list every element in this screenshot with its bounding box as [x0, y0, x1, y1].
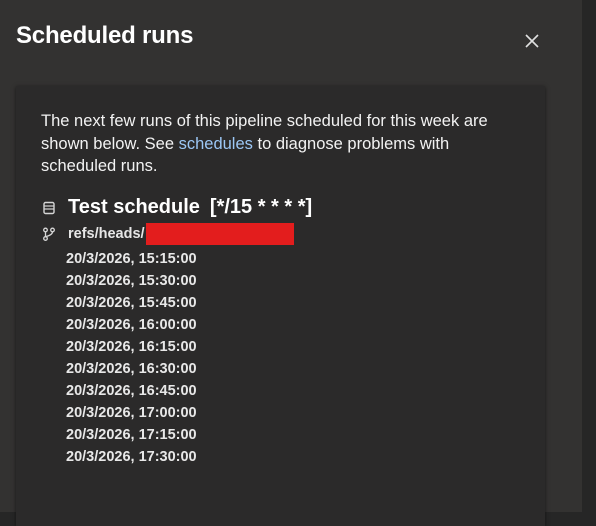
branch-icon	[42, 227, 56, 241]
close-icon	[525, 34, 539, 48]
run-time: 20/3/2026, 16:00:00	[66, 317, 197, 333]
schedule-card: The next few runs of this pipeline sched…	[16, 86, 545, 526]
description-text: The next few runs of this pipeline sched…	[41, 110, 527, 178]
scheduled-runs-dialog: Scheduled runs The next few runs of this…	[0, 0, 582, 526]
close-button[interactable]	[521, 30, 543, 52]
schedule-name: Test schedule	[68, 196, 200, 218]
schedule-icon	[42, 201, 56, 215]
schedules-link[interactable]: schedules	[179, 135, 253, 153]
schedule-header: Test schedule [*/15 * * * *]	[42, 196, 312, 219]
dialog-title: Scheduled runs	[16, 22, 194, 49]
schedule-cron: [*/15 * * * *]	[209, 196, 313, 218]
redacted-branch-name	[145, 223, 294, 245]
run-time: 20/3/2026, 16:45:00	[66, 383, 197, 399]
branch-prefix: refs/heads/	[68, 226, 145, 242]
run-time: 20/3/2026, 15:45:00	[66, 295, 197, 311]
branch-row: refs/heads/	[42, 223, 294, 245]
run-time: 20/3/2026, 15:30:00	[66, 273, 197, 289]
run-time: 20/3/2026, 17:30:00	[66, 449, 197, 465]
scheduled-runs-list: 20/3/2026, 15:15:00 20/3/2026, 15:30:00 …	[66, 248, 197, 468]
background-edge	[582, 0, 596, 512]
run-time: 20/3/2026, 17:00:00	[66, 405, 197, 421]
run-time: 20/3/2026, 15:15:00	[66, 251, 197, 267]
run-time: 20/3/2026, 17:15:00	[66, 427, 197, 443]
run-time: 20/3/2026, 16:30:00	[66, 361, 197, 377]
run-time: 20/3/2026, 16:15:00	[66, 339, 197, 355]
